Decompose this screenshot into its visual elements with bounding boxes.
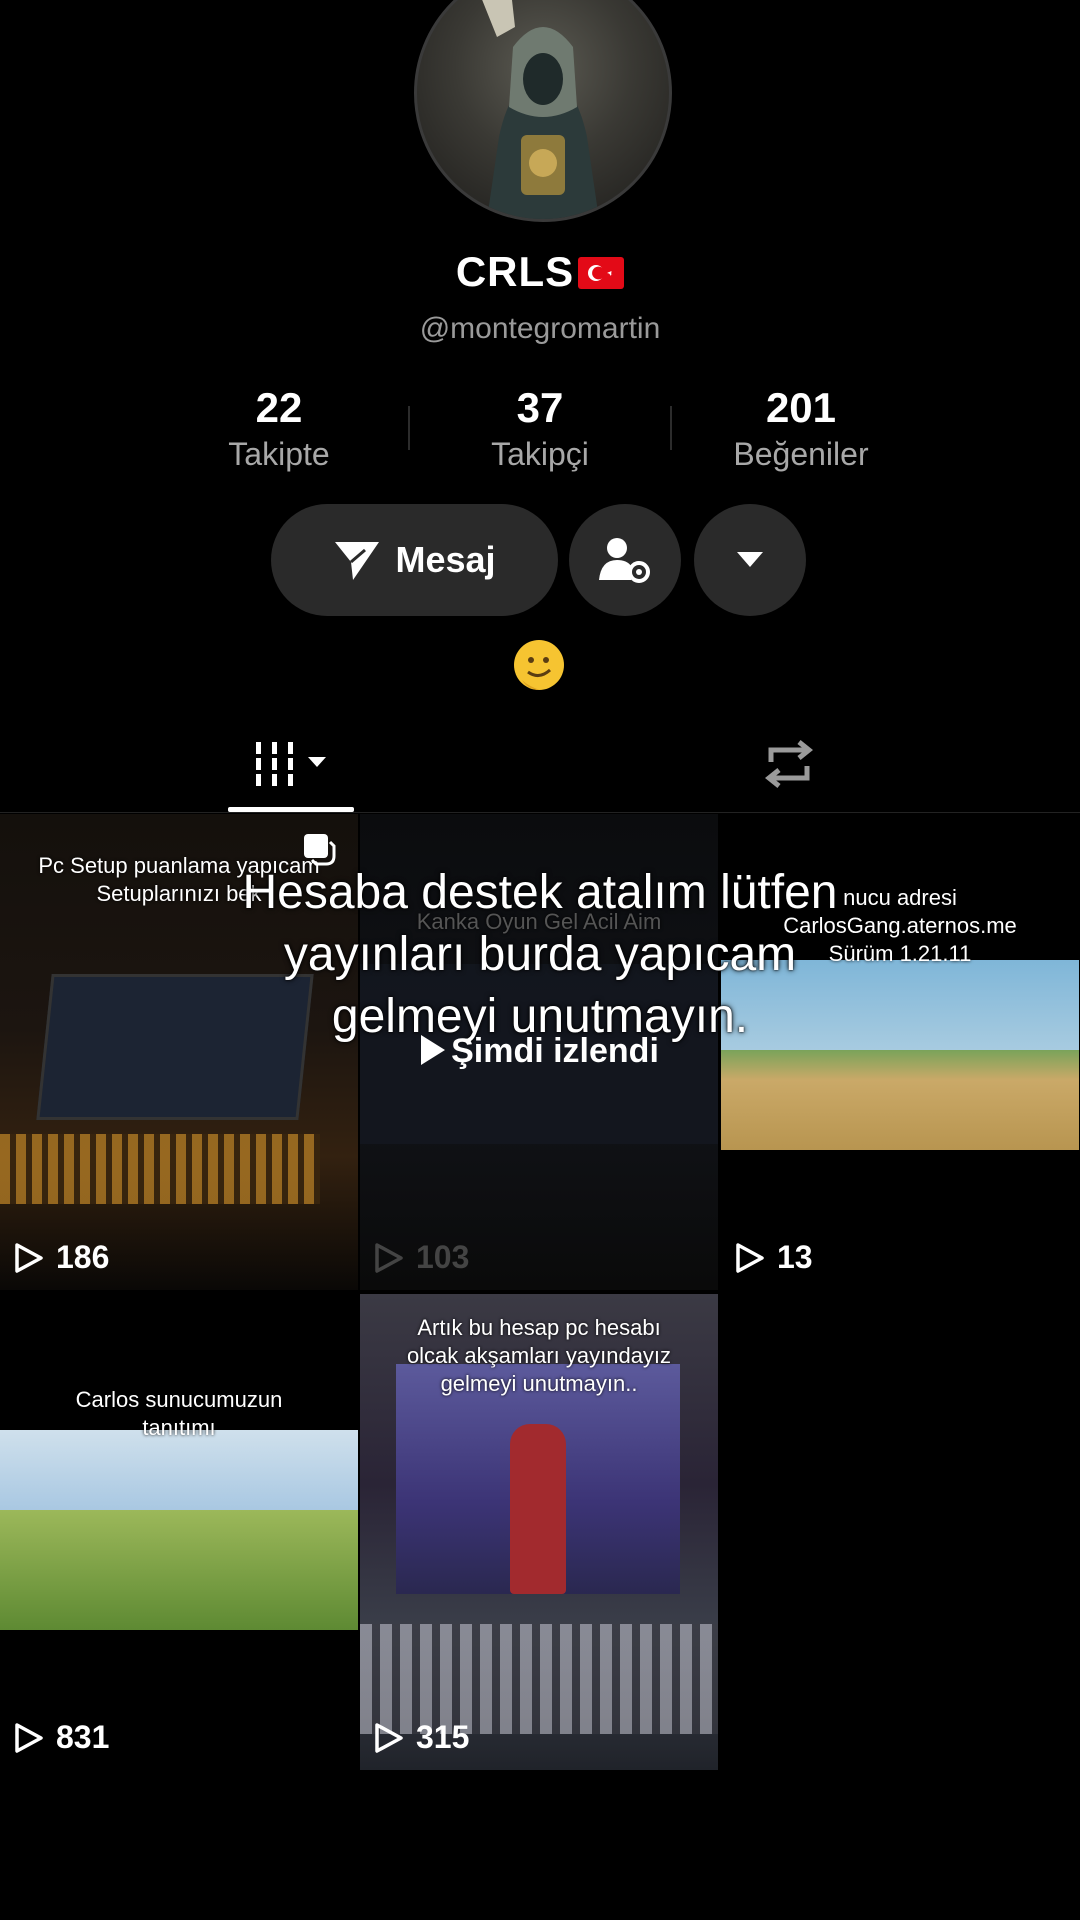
followers-stat[interactable]: 37 Takipçi [440,384,640,473]
display-name: CRLS [0,248,1080,296]
view-count: 13 [735,1239,813,1276]
caption-line: Artık bu hesap pc hesabı [417,1315,661,1340]
view-count: 186 [14,1239,109,1276]
following-label: Takipte [228,436,330,472]
play-outline-icon [375,1242,403,1273]
more-options-dropdown[interactable] [694,504,806,616]
view-count-value: 186 [56,1239,110,1275]
likes-stat[interactable]: 201 Beğeniler [701,384,901,473]
play-outline-icon [15,1722,43,1753]
view-count-value: 831 [56,1719,110,1755]
view-count: 103 [374,1239,469,1276]
caption-line: gelmeyi unutmayın.. [440,1371,638,1396]
caret-down-icon [737,552,763,567]
likes-count: 201 [765,384,837,431]
followers-label: Takipçi [491,436,589,472]
view-count-value: 103 [416,1239,470,1275]
play-outline-icon [736,1242,764,1273]
message-button[interactable]: Mesaj [271,504,558,616]
tab-videos[interactable] [254,740,332,793]
grid-icon [256,742,326,786]
view-count-value: 315 [416,1719,470,1755]
keyboard-image [360,1624,718,1734]
play-outline-icon [375,1722,403,1753]
tab-reposts[interactable] [761,738,817,795]
likes-label: Beğeniler [733,436,869,472]
repost-icon [764,740,814,788]
followers-count: 37 [516,384,564,431]
video-thumbnail[interactable]: Carlos sunucumuzun tanıtımı 831 [0,1294,358,1770]
sky-image [0,1430,358,1510]
caption-line: Carlos sunucumuzun [75,1387,283,1412]
overlay-line: Hesaba destek atalım lütfen [242,866,838,919]
watched-label: Şimdi izlendi [451,1032,659,1070]
bio-emoji [514,640,564,690]
send-icon [335,542,380,580]
keyboard-image [0,1134,320,1204]
view-count-value: 13 [777,1239,813,1275]
caption-line: tanıtımı [142,1415,216,1440]
sticker-icon [302,832,336,866]
profile-avatar[interactable] [414,0,672,222]
figure-image [510,1424,566,1594]
message-button-label: Mesaj [395,539,496,580]
profile-tabs [0,720,1080,813]
following-count: 22 [255,384,303,431]
video-caption: Artık bu hesap pc hesabı olcak akşamları… [360,1314,718,1398]
user-settings-icon [599,538,650,583]
stat-divider [408,406,410,450]
caption-line: olcak akşamları yayındayız [406,1343,672,1368]
view-count: 831 [14,1719,109,1756]
play-outline-icon [15,1242,43,1273]
friend-settings-button[interactable] [569,504,681,616]
minecraft-hill-image [0,1510,358,1630]
username-handle: @montegromartin [419,312,661,345]
active-tab-indicator [228,807,354,812]
view-count: 315 [374,1719,469,1756]
video-caption: Carlos sunucumuzun tanıtımı [0,1386,358,1442]
overlay-line: yayınları burda yapıcam [283,928,797,981]
video-thumbnail[interactable]: Artık bu hesap pc hesabı olcak akşamları… [360,1294,718,1770]
play-icon [421,1035,446,1065]
watched-indicator: Şimdi izlendi [0,1032,1080,1071]
following-stat[interactable]: 22 Takipte [179,384,379,473]
turkey-flag-icon [578,257,625,289]
display-name-text: CRLS [455,248,575,295]
overlay-caption: Hesaba destek atalım lütfen yayınları bu… [0,862,1080,1048]
stat-divider [670,406,672,450]
